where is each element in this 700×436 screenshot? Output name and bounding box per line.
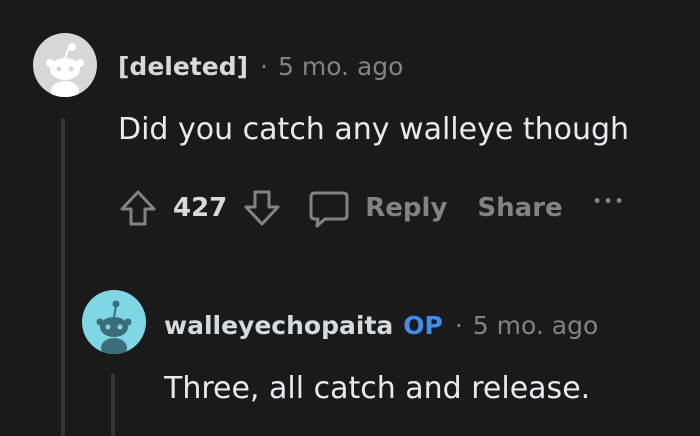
- deleted-user-avatar[interactable]: [33, 33, 97, 97]
- comment-age[interactable]: 5 mo. ago: [278, 52, 403, 81]
- thread-line-main[interactable]: [61, 118, 65, 436]
- share-button[interactable]: Share: [477, 193, 562, 223]
- comment-actions: 427 Reply Share •••: [115, 186, 626, 230]
- speech-bubble-icon: [309, 191, 349, 228]
- more-dots-icon: •••: [592, 194, 626, 210]
- snoo-avatar-icon: [46, 43, 84, 97]
- op-badge: OP: [403, 311, 443, 340]
- comment-body: Did you catch any walleye though: [118, 112, 630, 147]
- downvote-button[interactable]: [239, 186, 285, 230]
- meta-separator: ·: [260, 52, 268, 81]
- comment-age[interactable]: 5 mo. ago: [473, 311, 598, 340]
- reply-button[interactable]: Reply: [307, 188, 447, 228]
- comment-body: Three, all catch and release.: [164, 371, 591, 406]
- thread-line-reply[interactable]: [111, 373, 115, 436]
- more-options-button[interactable]: •••: [593, 186, 626, 230]
- downvote-arrow-icon: [244, 190, 280, 226]
- score: 427: [173, 193, 228, 223]
- comment-1-meta: [deleted] · 5 mo. ago: [118, 52, 403, 81]
- upvote-arrow-icon: [120, 190, 156, 226]
- reply-label: Reply: [365, 193, 448, 223]
- comment-author[interactable]: walleyechopaita: [164, 311, 393, 340]
- meta-separator: ·: [454, 311, 463, 340]
- snoo-avatar-icon: [96, 300, 132, 354]
- comment-2-meta: walleyechopaita OP · 5 mo. ago: [164, 311, 598, 340]
- upvote-button[interactable]: [115, 186, 161, 230]
- op-user-avatar[interactable]: [82, 290, 146, 354]
- comment-author[interactable]: [deleted]: [118, 52, 248, 81]
